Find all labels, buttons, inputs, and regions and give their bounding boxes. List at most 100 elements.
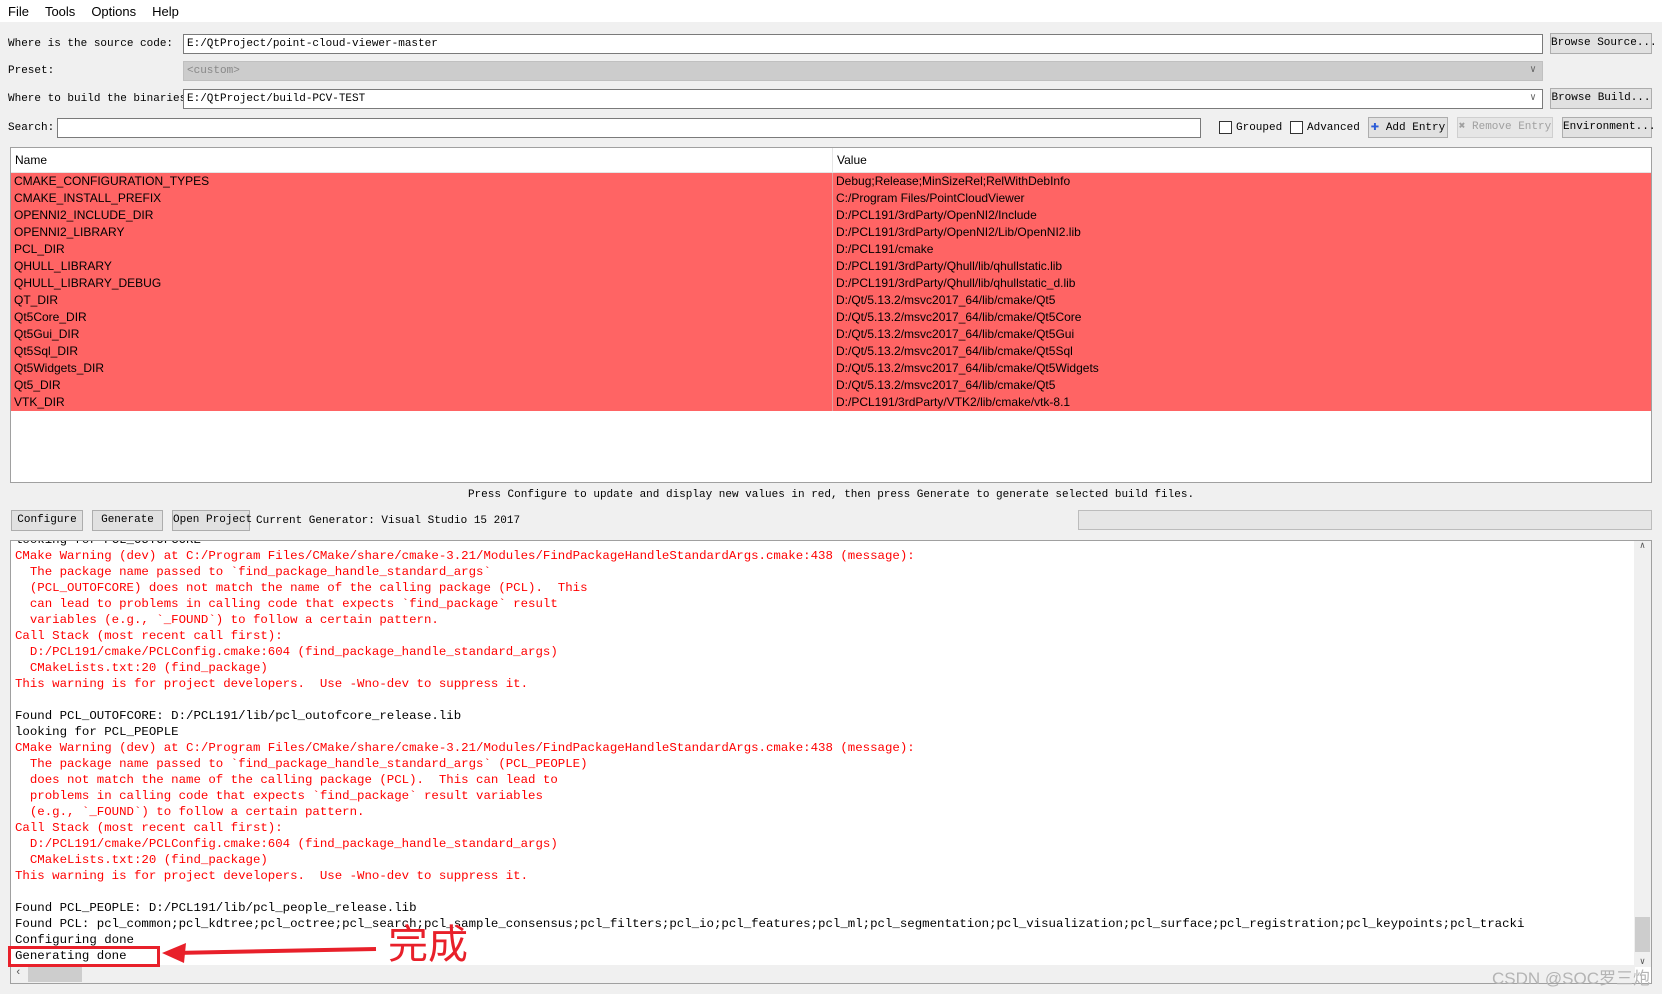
chevron-down-icon: ∨ xyxy=(1529,65,1536,76)
table-header: Name Value xyxy=(11,148,1651,173)
preset-value: <custom> xyxy=(187,65,240,77)
log-line: This warning is for project developers. … xyxy=(15,869,529,883)
remove-entry-button[interactable]: ✖ Remove Entry xyxy=(1457,117,1553,138)
log-line: Found PCL_PEOPLE: D:/PCL191/lib/pcl_peop… xyxy=(15,901,417,915)
checkbox-box[interactable] xyxy=(1219,121,1232,134)
table-row[interactable]: CMAKE_INSTALL_PREFIX C:/Program Files/Poi… xyxy=(11,190,1651,207)
log-line: Found PCL_OUTOFCORE: D:/PCL191/lib/pcl_o… xyxy=(15,709,462,723)
chevron-down-icon[interactable]: ∨ xyxy=(1530,90,1536,108)
cell-value[interactable]: D:/PCL191/cmake xyxy=(833,241,933,258)
add-entry-button[interactable]: ✚ Add Entry xyxy=(1368,117,1448,138)
add-entry-label: Add Entry xyxy=(1385,122,1446,134)
table-row[interactable]: QT_DIR D:/Qt/5.13.2/msvc2017_64/lib/cmake… xyxy=(11,292,1651,309)
cell-name[interactable]: CMAKE_INSTALL_PREFIX xyxy=(11,190,833,207)
table-row[interactable]: Qt5Sql_DIR D:/Qt/5.13.2/msvc2017_64/lib/c… xyxy=(11,343,1651,360)
column-name[interactable]: Name xyxy=(11,148,833,172)
menu-tools[interactable]: Tools xyxy=(37,4,83,19)
cell-value[interactable]: D:/Qt/5.13.2/msvc2017_64/lib/cmake/Qt5Wi… xyxy=(833,360,1099,377)
scroll-left-icon[interactable]: ‹ xyxy=(15,967,22,979)
log-line: (e.g., `_FOUND`) to follow a certain pat… xyxy=(15,805,365,819)
menu-bar: File Tools Options Help xyxy=(0,0,1662,22)
cell-value[interactable]: D:/PCL191/3rdParty/VTK2/lib/cmake/vtk-8.… xyxy=(833,394,1070,411)
cell-name[interactable]: Qt5Gui_DIR xyxy=(11,326,833,343)
cell-name[interactable]: VTK_DIR xyxy=(11,394,833,411)
generate-button[interactable]: Generate xyxy=(92,510,163,531)
watermark: CSDN @SOC罗三炮 xyxy=(1492,969,1650,988)
log-line: This warning is for project developers. … xyxy=(15,677,529,691)
advanced-checkbox[interactable]: Advanced xyxy=(1290,121,1360,134)
search-input[interactable] xyxy=(57,118,1201,138)
log-lines: looking for PCL_OUTOFCORE CMake Warning (… xyxy=(15,541,1524,964)
cell-value[interactable]: D:/PCL191/3rdParty/OpenNI2/Include xyxy=(833,207,1037,224)
cell-name[interactable]: OPENNI2_LIBRARY xyxy=(11,224,833,241)
cell-name[interactable]: Qt5Core_DIR xyxy=(11,309,833,326)
table-row[interactable]: VTK_DIR D:/PCL191/3rdParty/VTK2/lib/cmake… xyxy=(11,394,1651,411)
table-row[interactable]: OPENNI2_LIBRARY D:/PCL191/3rdParty/OpenNI… xyxy=(11,224,1651,241)
source-input[interactable]: E:/QtProject/point-cloud-viewer-master xyxy=(183,34,1543,54)
cell-value[interactable]: D:/Qt/5.13.2/msvc2017_64/lib/cmake/Qt5 xyxy=(833,377,1055,394)
menu-file[interactable]: File xyxy=(0,4,37,19)
table-row[interactable]: PCL_DIR D:/PCL191/cmake xyxy=(11,241,1651,258)
source-label: Where is the source code: xyxy=(8,38,174,50)
log-line: The package name passed to `find_package… xyxy=(15,565,491,579)
log-line: problems in calling code that expects `f… xyxy=(15,789,543,803)
cell-name[interactable]: QHULL_LIBRARY xyxy=(11,258,833,275)
cell-value[interactable]: C:/Program Files/PointCloudViewer xyxy=(833,190,1025,207)
cell-name[interactable]: Qt5Widgets_DIR xyxy=(11,360,833,377)
hscrollbar-thumb[interactable] xyxy=(28,966,82,982)
environment-button[interactable]: Environment... xyxy=(1562,117,1655,138)
table-row[interactable]: CMAKE_CONFIGURATION_TYPES Debug;Release;M… xyxy=(11,173,1651,190)
log-line: The package name passed to `find_package… xyxy=(15,757,588,771)
cell-name[interactable]: Qt5_DIR xyxy=(11,377,833,394)
menu-help[interactable]: Help xyxy=(144,4,187,19)
build-label: Where to build the binaries: xyxy=(8,93,193,105)
log-line: D:/PCL191/cmake/PCLConfig.cmake:604 (fin… xyxy=(15,837,558,851)
table-row[interactable]: Qt5Core_DIR D:/Qt/5.13.2/msvc2017_64/lib/… xyxy=(11,309,1651,326)
table-row[interactable]: QHULL_LIBRARY D:/PCL191/3rdParty/Qhull/li… xyxy=(11,258,1651,275)
cell-value[interactable]: D:/Qt/5.13.2/msvc2017_64/lib/cmake/Qt5Gu… xyxy=(833,326,1074,343)
cell-value[interactable]: Debug;Release;MinSizeRel;RelWithDebInfo xyxy=(833,173,1070,190)
cell-name[interactable]: CMAKE_CONFIGURATION_TYPES xyxy=(11,173,833,190)
horizontal-scrollbar[interactable]: ‹ xyxy=(11,965,1635,983)
table-row[interactable]: Qt5Gui_DIR D:/Qt/5.13.2/msvc2017_64/lib/c… xyxy=(11,326,1651,343)
cell-name[interactable]: OPENNI2_INCLUDE_DIR xyxy=(11,207,833,224)
cell-name[interactable]: PCL_DIR xyxy=(11,241,833,258)
cell-value[interactable]: D:/PCL191/3rdParty/OpenNI2/Lib/OpenNI2.l… xyxy=(833,224,1081,241)
cell-value[interactable]: D:/Qt/5.13.2/msvc2017_64/lib/cmake/Qt5Co… xyxy=(833,309,1081,326)
checkbox-box[interactable] xyxy=(1290,121,1303,134)
vertical-scrollbar[interactable]: ∧ ∨ xyxy=(1634,541,1651,967)
log-line: CMakeLists.txt:20 (find_package) xyxy=(15,661,268,675)
cell-name[interactable]: Qt5Sql_DIR xyxy=(11,343,833,360)
arrow-icon xyxy=(162,943,377,963)
browse-build-button[interactable]: Browse Build... xyxy=(1550,88,1652,109)
table-row[interactable]: Qt5_DIR D:/Qt/5.13.2/msvc2017_64/lib/cmak… xyxy=(11,377,1651,394)
log-line: looking for PCL_PEOPLE xyxy=(15,725,179,739)
log-line: does not match the name of the calling p… xyxy=(15,773,558,787)
table-row[interactable]: QHULL_LIBRARY_DEBUG D:/PCL191/3rdParty/Qh… xyxy=(11,275,1651,292)
menu-options[interactable]: Options xyxy=(83,4,144,19)
current-generator: Current Generator: Visual Studio 15 2017 xyxy=(256,515,521,527)
table-row[interactable]: OPENNI2_INCLUDE_DIR D:/PCL191/3rdParty/Op… xyxy=(11,207,1651,224)
table-row[interactable]: Qt5Widgets_DIR D:/Qt/5.13.2/msvc2017_64/l… xyxy=(11,360,1651,377)
log-line: can lead to problems in calling code tha… xyxy=(15,597,558,611)
build-value: E:/QtProject/build-PCV-TEST xyxy=(187,93,366,105)
configure-button[interactable]: Configure xyxy=(11,510,83,531)
output-log[interactable]: looking for PCL_OUTOFCORE CMake Warning (… xyxy=(10,540,1652,984)
search-label: Search: xyxy=(8,122,55,134)
grouped-checkbox[interactable]: Grouped xyxy=(1219,121,1282,134)
browse-source-button[interactable]: Browse Source... xyxy=(1550,33,1657,54)
scroll-up-icon[interactable]: ∧ xyxy=(1634,541,1651,551)
cell-value[interactable]: D:/PCL191/3rdParty/Qhull/lib/qhullstatic… xyxy=(833,275,1075,292)
cell-name[interactable]: QHULL_LIBRARY_DEBUG xyxy=(11,275,833,292)
preset-select[interactable]: <custom> ∨ xyxy=(183,61,1543,81)
advanced-label: Advanced xyxy=(1307,121,1360,134)
cell-name[interactable]: QT_DIR xyxy=(11,292,833,309)
column-value[interactable]: Value xyxy=(833,148,867,172)
scrollbar-thumb[interactable] xyxy=(1635,917,1650,952)
log-line: Call Stack (most recent call first): xyxy=(15,629,283,643)
open-project-button[interactable]: Open Project xyxy=(172,510,252,531)
cell-value[interactable]: D:/Qt/5.13.2/msvc2017_64/lib/cmake/Qt5Sq… xyxy=(833,343,1073,360)
cell-value[interactable]: D:/PCL191/3rdParty/Qhull/lib/qhullstatic… xyxy=(833,258,1062,275)
cell-value[interactable]: D:/Qt/5.13.2/msvc2017_64/lib/cmake/Qt5 xyxy=(833,292,1055,309)
build-input[interactable]: E:/QtProject/build-PCV-TEST ∨ xyxy=(183,89,1543,109)
